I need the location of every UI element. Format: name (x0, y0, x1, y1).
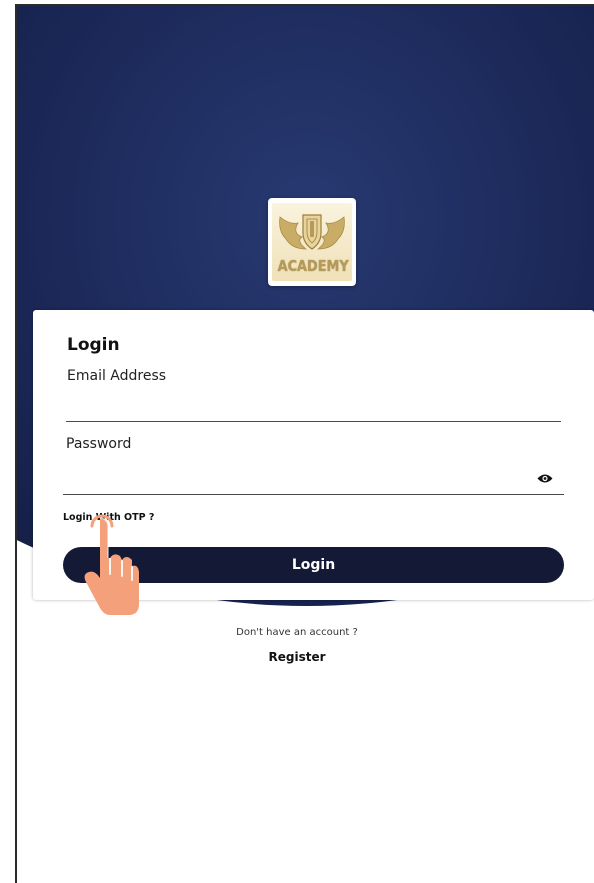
no-account-prompt: Don't have an account ? (236, 627, 358, 638)
password-label: Password (66, 436, 132, 452)
logo-emblem: ACADEMY (272, 203, 352, 281)
eye-icon[interactable] (537, 472, 553, 484)
login-title: Login (67, 335, 120, 355)
pointing-hand-icon (84, 514, 139, 615)
email-label: Email Address (67, 368, 167, 384)
email-field[interactable] (66, 394, 561, 422)
academy-logo: ACADEMY (268, 198, 356, 286)
app-frame: ACADEMY Login Email Address Password Log… (15, 4, 594, 883)
register-link[interactable]: Register (0, 650, 594, 664)
password-field[interactable] (63, 465, 564, 495)
logo-wordmark: ACADEMY (277, 257, 349, 275)
